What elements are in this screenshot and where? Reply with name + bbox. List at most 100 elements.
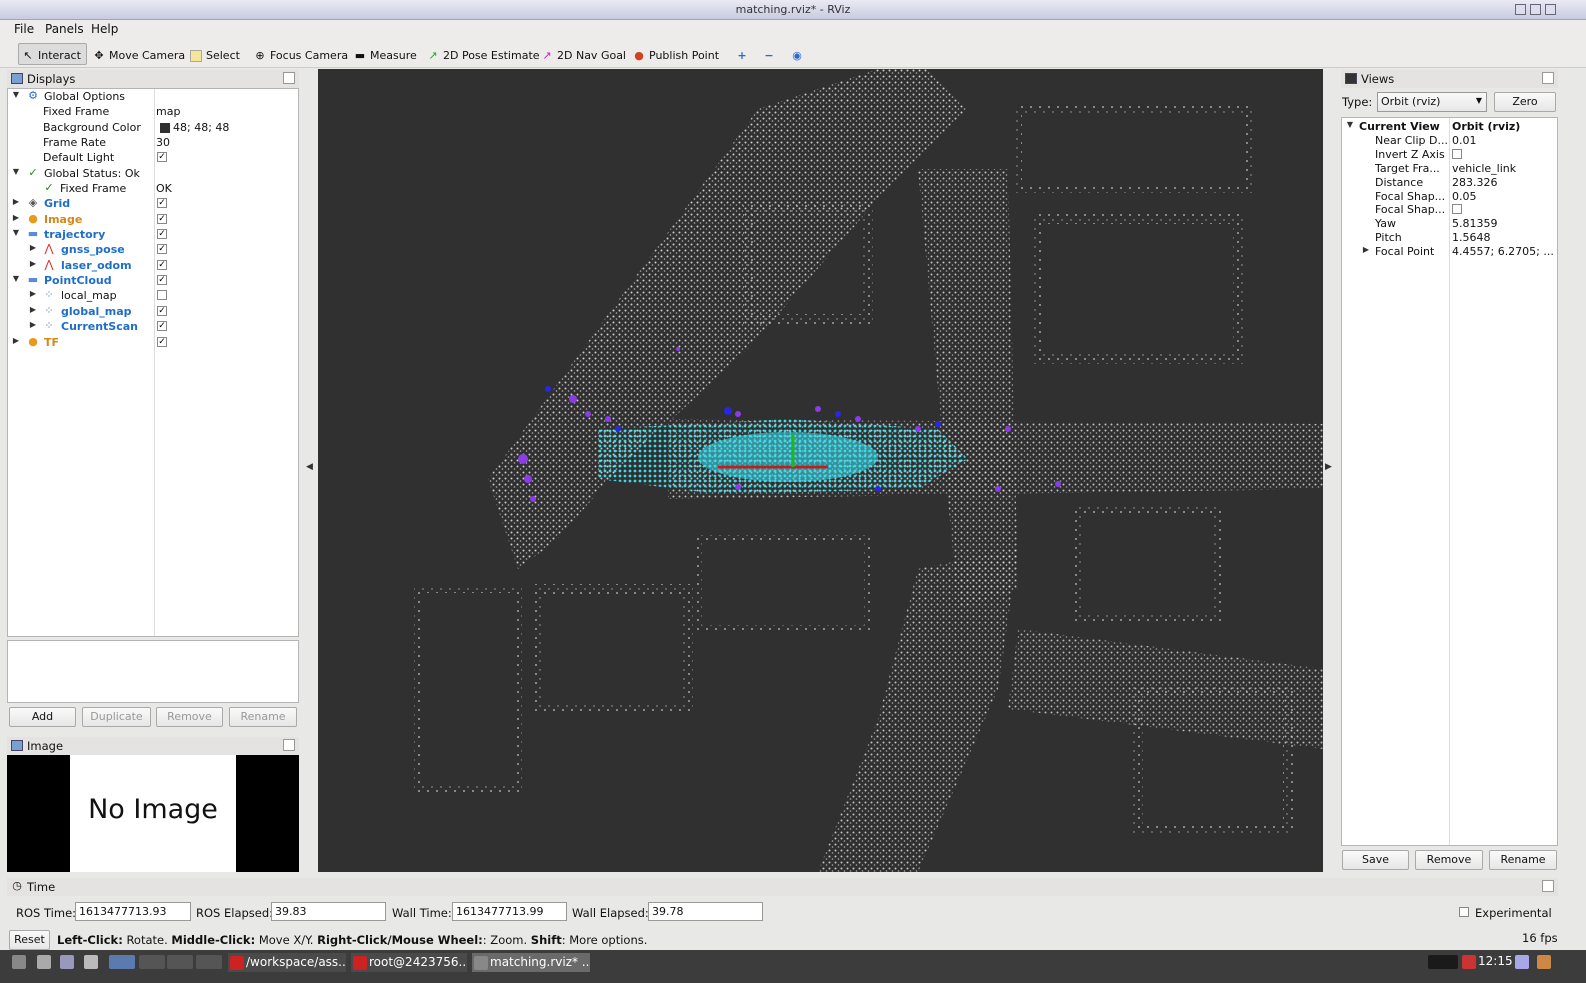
interact-tool[interactable]: ↖ Interact <box>18 43 87 65</box>
tree-row-tf[interactable]: ▶ ● TF ✓ <box>8 335 298 350</box>
focal-shape-checkbox[interactable] <box>1452 204 1462 214</box>
tree-row-trajectory[interactable]: ▼ ▬ trajectory ✓ <box>8 227 298 242</box>
close-button[interactable] <box>1545 4 1556 15</box>
tree-row-local-map[interactable]: ▶ ⁘ local_map <box>8 288 298 303</box>
zero-button[interactable]: Zero <box>1494 92 1556 112</box>
tree-row-background-color[interactable]: Background Color 48; 48; 48 <box>8 120 298 135</box>
duplicate-display-button[interactable]: Duplicate <box>82 707 151 727</box>
save-view-button[interactable]: Save <box>1342 850 1409 870</box>
view-row[interactable]: Distance 283.326 <box>1342 175 1557 190</box>
focus-camera-tool[interactable]: ⊕ Focus Camera <box>251 43 353 65</box>
nav-goal-tool[interactable]: ↗ 2D Nav Goal <box>538 43 631 65</box>
taskbar-item-active[interactable]: matching.rviz* ... <box>472 953 590 972</box>
tree-row-image[interactable]: ▶ ● Image ✓ <box>8 212 298 227</box>
row-value[interactable]: 5.81359 <box>1452 217 1498 230</box>
add-display-button[interactable]: Add <box>9 707 76 727</box>
default-light-checkbox[interactable]: ✓ <box>157 152 167 162</box>
wall-time-field[interactable]: 1613477713.99 <box>452 902 567 921</box>
ros-elapsed-field[interactable]: 39.83 <box>271 902 386 921</box>
global-map-checkbox[interactable]: ✓ <box>157 306 167 316</box>
tree-row-pointcloud[interactable]: ▼ ▬ PointCloud ✓ <box>8 273 298 288</box>
row-value[interactable]: 283.326 <box>1452 176 1498 189</box>
workspace-icon[interactable] <box>196 955 222 969</box>
menu-file[interactable]: File <box>14 22 34 36</box>
tree-row-gnss-pose[interactable]: ▶ ⋀ gnss_pose ✓ <box>8 242 298 257</box>
tf-checkbox[interactable]: ✓ <box>157 337 167 347</box>
view-row[interactable]: ▼ Current View Orbit (rviz) <box>1342 119 1557 134</box>
start-menu-icon[interactable] <box>12 955 26 969</box>
view-row[interactable]: ▶ Focal Point 4.4557; 6.2705; ... <box>1342 244 1557 259</box>
view-row[interactable]: Invert Z Axis <box>1342 147 1557 162</box>
rename-display-button[interactable]: Rename <box>229 707 297 727</box>
local-map-checkbox[interactable] <box>157 290 167 300</box>
collapse-right-handle[interactable]: ▶ <box>1325 462 1332 472</box>
3d-viewport[interactable] <box>318 69 1323 872</box>
row-value[interactable]: vehicle_link <box>1452 162 1516 175</box>
clock[interactable]: 12:15 <box>1478 954 1513 968</box>
menu-help[interactable]: Help <box>91 22 118 36</box>
image-checkbox[interactable]: ✓ <box>157 214 167 224</box>
measure-tool[interactable]: ▬ Measure <box>351 43 422 65</box>
tree-row-fixed-frame[interactable]: Fixed Frame map <box>8 104 298 119</box>
currentscan-checkbox[interactable]: ✓ <box>157 321 167 331</box>
tree-row-global-map[interactable]: ▶ ⁘ global_map ✓ <box>8 304 298 319</box>
launcher-icon[interactable] <box>60 955 74 969</box>
invert-z-checkbox[interactable] <box>1452 149 1462 159</box>
view-row[interactable]: Target Fra... vehicle_link <box>1342 161 1557 176</box>
workspace-icon[interactable] <box>167 955 193 969</box>
pose-estimate-tool[interactable]: ↗ 2D Pose Estimate <box>424 43 545 65</box>
reset-button[interactable]: Reset <box>9 930 50 950</box>
tree-row-grid[interactable]: ▶ ◈ Grid ✓ <box>8 196 298 211</box>
view-row[interactable]: Yaw 5.81359 <box>1342 216 1557 231</box>
tray-icon[interactable] <box>1515 955 1529 969</box>
workspace-icon[interactable] <box>139 955 165 969</box>
tree-row-default-light[interactable]: Default Light ✓ <box>8 150 298 165</box>
remove-view-button[interactable]: Remove <box>1415 850 1483 870</box>
gnss-pose-checkbox[interactable]: ✓ <box>157 244 167 254</box>
row-value[interactable]: 48; 48; 48 <box>173 121 229 134</box>
launcher-icon[interactable] <box>37 955 51 969</box>
row-value[interactable]: map <box>156 105 180 118</box>
network-icon[interactable] <box>1462 955 1476 969</box>
camera-type-button[interactable]: ◉ <box>788 43 808 65</box>
launcher-icon[interactable] <box>84 955 98 969</box>
pointcloud-checkbox[interactable]: ✓ <box>157 275 167 285</box>
minimize-button[interactable] <box>1515 4 1526 15</box>
publish-point-tool[interactable]: ● Publish Point <box>630 43 724 65</box>
row-value[interactable]: 4.4557; 6.2705; ... <box>1452 245 1554 258</box>
grid-checkbox[interactable]: ✓ <box>157 198 167 208</box>
rename-view-button[interactable]: Rename <box>1489 850 1557 870</box>
remove-display-button[interactable]: Remove <box>156 707 223 727</box>
workspace-icon[interactable] <box>109 955 135 969</box>
row-value[interactable]: 0.01 <box>1452 134 1477 147</box>
tree-row-currentscan[interactable]: ▶ ⁘ CurrentScan ✓ <box>8 319 298 334</box>
menu-panels[interactable]: Panels <box>45 22 84 36</box>
color-swatch[interactable] <box>160 123 170 133</box>
add-tool-button[interactable]: + <box>733 43 753 65</box>
tree-row-global-options[interactable]: ▼ ⚙ Global Options <box>8 89 298 104</box>
tree-row-status-fixed-frame[interactable]: ✓ Fixed Frame OK <box>8 181 298 196</box>
collapse-left-handle[interactable]: ◀ <box>306 462 313 472</box>
tree-row-global-status[interactable]: ▼ ✓ Global Status: Ok <box>8 166 298 181</box>
select-tool[interactable]: Select <box>187 43 245 65</box>
tree-row-laser-odom[interactable]: ▶ ⋀ laser_odom ✓ <box>8 258 298 273</box>
move-camera-tool[interactable]: ✥ Move Camera <box>90 43 190 65</box>
tree-row-frame-rate[interactable]: Frame Rate 30 <box>8 135 298 150</box>
experimental-checkbox[interactable] <box>1459 907 1469 917</box>
panel-float-button[interactable] <box>1542 72 1554 84</box>
panel-float-button[interactable] <box>283 72 295 84</box>
power-icon[interactable] <box>1537 955 1551 969</box>
view-type-select[interactable]: Orbit (rviz) ▼ <box>1377 92 1487 112</box>
panel-float-button[interactable] <box>1542 880 1554 892</box>
ros-time-field[interactable]: 1613477713.93 <box>75 902 191 921</box>
taskbar-item[interactable]: root@2423756... <box>351 953 467 972</box>
remove-tool-button[interactable]: − <box>760 43 780 65</box>
view-row[interactable]: Focal Shap... <box>1342 202 1557 217</box>
row-value[interactable]: 30 <box>156 136 170 149</box>
laser-odom-checkbox[interactable]: ✓ <box>157 260 167 270</box>
panel-float-button[interactable] <box>283 739 295 751</box>
view-row[interactable]: Near Clip D... 0.01 <box>1342 133 1557 148</box>
maximize-button[interactable] <box>1530 4 1541 15</box>
view-row[interactable]: Pitch 1.5648 <box>1342 230 1557 245</box>
wall-elapsed-field[interactable]: 39.78 <box>648 902 763 921</box>
